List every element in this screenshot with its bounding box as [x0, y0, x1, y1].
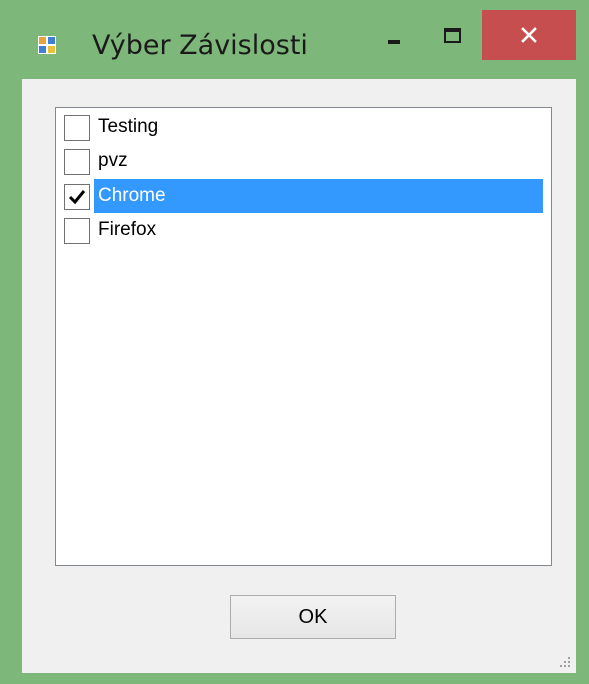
title-bar[interactable]: Výber Závislosti — [0, 0, 589, 78]
dialog-client-area: Testing pvz Chrome Firefox OK — [22, 79, 576, 673]
list-item-firefox[interactable]: Firefox — [61, 213, 547, 247]
checkbox-chrome[interactable] — [64, 184, 90, 210]
maximize-icon — [444, 28, 461, 43]
list-item-label: Testing — [98, 116, 159, 137]
app-icon[interactable] — [37, 35, 57, 55]
list-item-testing[interactable]: Testing — [61, 110, 547, 144]
close-icon — [521, 27, 537, 43]
list-item-label: Firefox — [98, 219, 157, 240]
list-item-chrome[interactable]: Chrome — [61, 179, 547, 213]
minimize-button[interactable] — [372, 14, 418, 58]
minimize-icon — [388, 40, 400, 44]
checkmark-icon — [68, 190, 86, 205]
list-item-label: pvz — [98, 150, 128, 171]
dependency-checked-list[interactable]: Testing pvz Chrome Firefox — [55, 107, 552, 566]
checkbox-pvz[interactable] — [64, 149, 90, 175]
window-title: Výber Závislosti — [92, 30, 308, 61]
checkbox-testing[interactable] — [64, 115, 90, 141]
resize-grip-icon[interactable] — [556, 653, 570, 667]
ok-button[interactable]: OK — [230, 595, 396, 639]
dialog-window: Výber Závislosti Testing pvz Chrome Fire… — [0, 0, 589, 684]
close-button[interactable] — [482, 10, 576, 60]
maximize-button[interactable] — [428, 14, 474, 58]
list-item-label: Chrome — [94, 179, 543, 213]
list-item-pvz[interactable]: pvz — [61, 144, 547, 178]
checkbox-firefox[interactable] — [64, 218, 90, 244]
